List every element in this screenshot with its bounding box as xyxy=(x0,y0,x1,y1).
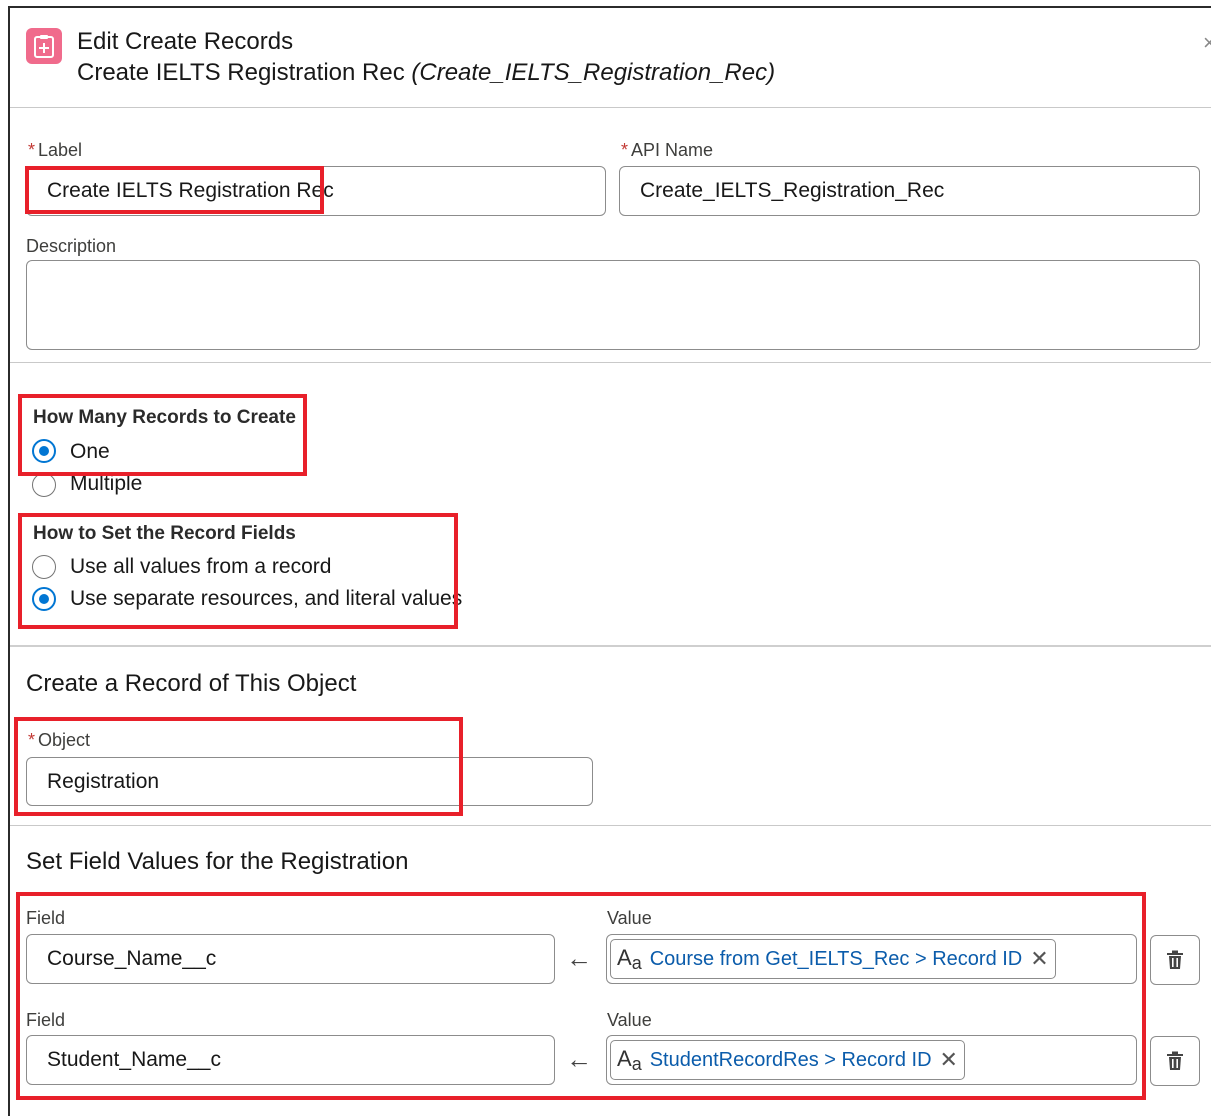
highlight-box-field-values xyxy=(16,892,1146,1100)
highlight-box-object xyxy=(14,717,463,816)
divider xyxy=(10,362,1211,363)
modal-subtitle: Create IELTS Registration Rec (Create_IE… xyxy=(77,59,775,87)
api-name-input[interactable]: Create_IELTS_Registration_Rec xyxy=(619,166,1200,216)
radio-multiple[interactable] xyxy=(32,473,56,497)
subtitle-label: Create IELTS Registration Rec xyxy=(77,59,405,86)
field-values-title: Set Field Values for the Registration xyxy=(26,848,409,875)
highlight-box-label xyxy=(25,166,324,214)
delete-row-button[interactable] xyxy=(1150,935,1200,985)
close-icon[interactable]: × xyxy=(1203,30,1211,56)
divider xyxy=(10,645,1211,647)
description-textarea[interactable] xyxy=(26,260,1200,350)
trash-icon xyxy=(1167,950,1183,969)
highlight-box-how-to-set xyxy=(18,513,458,629)
api-name-field-label: * API Name xyxy=(621,140,714,160)
highlight-box-how-many xyxy=(18,394,307,476)
modal-title: Edit Create Records xyxy=(77,28,294,55)
create-record-icon xyxy=(26,28,62,64)
trash-icon xyxy=(1167,1051,1183,1070)
object-section-title: Create a Record of This Object xyxy=(26,670,357,697)
label-field-label: * Label xyxy=(28,140,83,160)
description-label: Description xyxy=(26,236,117,256)
delete-row-button[interactable] xyxy=(1150,1036,1200,1086)
subtitle-api-name: (Create_IELTS_Registration_Rec) xyxy=(411,59,776,86)
divider xyxy=(10,825,1211,826)
divider xyxy=(10,107,1211,108)
